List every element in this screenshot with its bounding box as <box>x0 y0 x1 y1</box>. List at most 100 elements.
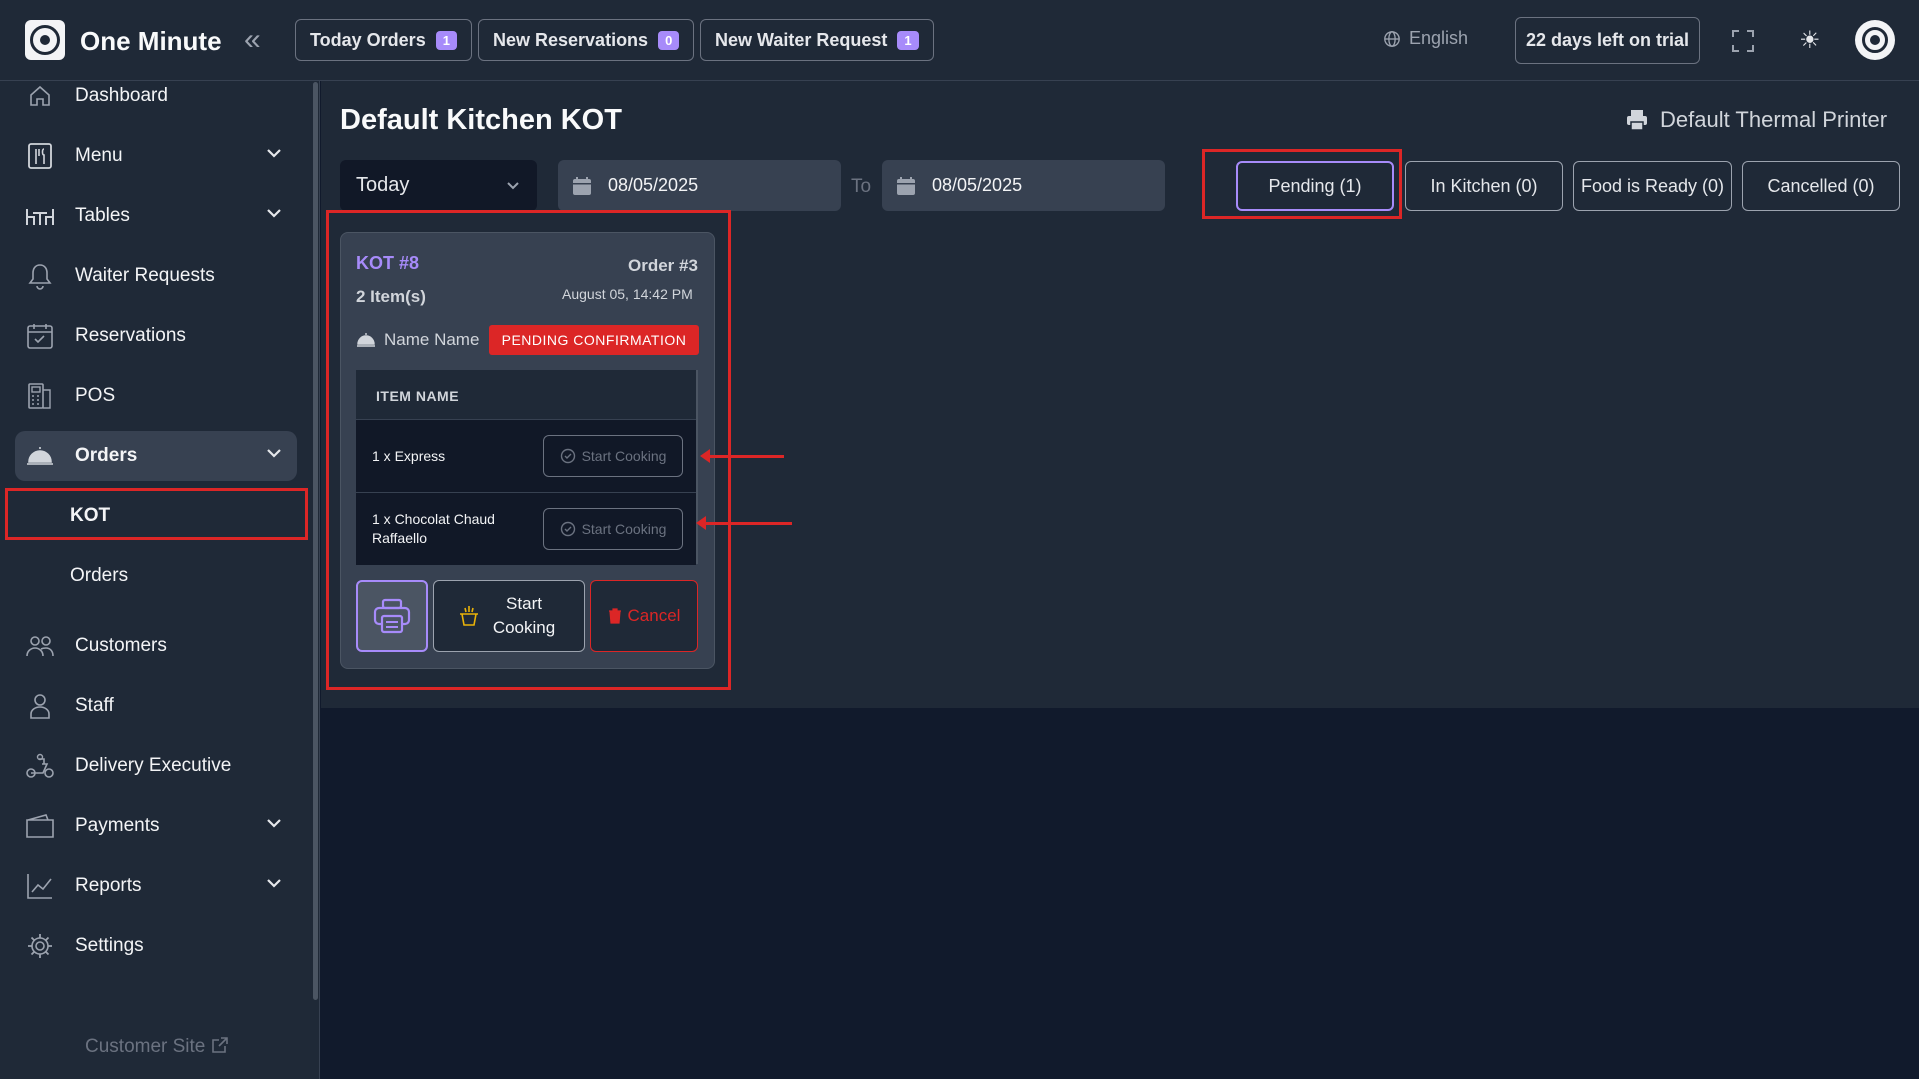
sidebar-item-label: Tables <box>75 205 130 226</box>
sidebar-item-reports[interactable]: Reports <box>15 861 297 911</box>
cancel-label: Cancel <box>627 606 681 625</box>
date-to-value: 08/05/2025 <box>932 175 1023 195</box>
page-title: Default Kitchen KOT <box>340 104 622 136</box>
menu-book-icon <box>25 141 55 171</box>
start-cooking-item-button[interactable]: Start Cooking <box>543 508 683 550</box>
check-circle-icon <box>560 521 575 537</box>
chevron-down-icon <box>267 209 281 218</box>
sidebar-item-label: POS <box>75 385 116 406</box>
app-logo[interactable] <box>25 20 65 60</box>
customer-site-link[interactable]: Customer Site <box>85 1036 229 1058</box>
sidebar-item-label: Settings <box>75 935 144 956</box>
period-select[interactable]: Today <box>340 160 537 211</box>
calendar-icon <box>897 176 915 195</box>
chevron-down-icon <box>267 449 281 458</box>
language-selector[interactable]: English <box>1383 28 1468 49</box>
sidebar-item-menu[interactable]: Menu <box>15 131 297 181</box>
sidebar-item-tables[interactable]: Tables <box>15 191 297 241</box>
calendar-icon <box>573 176 591 195</box>
start-cooking-button[interactable]: Start Cooking <box>433 580 585 652</box>
chart-icon <box>25 871 55 901</box>
wallet-icon <box>25 811 55 841</box>
kot-timestamp: August 05, 14:42 PM <box>562 286 693 302</box>
new-reservations-button[interactable]: New Reservations 0 <box>478 19 695 61</box>
app-title: One Minute <box>80 26 222 56</box>
highlight-box <box>5 488 308 540</box>
sidebar-item-dashboard[interactable]: Dashboard <box>15 71 297 121</box>
table-header-item-name: ITEM NAME <box>376 388 460 404</box>
sidebar-item-reservations[interactable]: Reservations <box>15 311 297 361</box>
annotation-arrow <box>700 449 784 463</box>
chevron-down-icon <box>507 181 519 189</box>
printer-selector[interactable]: Default Thermal Printer <box>1626 107 1887 133</box>
today-orders-button[interactable]: Today Orders 1 <box>295 19 472 61</box>
sidebar-item-settings[interactable]: Settings <box>15 921 297 971</box>
date-from-value: 08/05/2025 <box>608 175 699 195</box>
start-cooking-item-button[interactable]: Start Cooking <box>543 435 683 477</box>
cloche-icon <box>25 441 55 471</box>
sidebar-subitem-orders[interactable]: Orders <box>70 565 128 587</box>
new-reservations-label: New Reservations <box>493 29 649 50</box>
cloche-icon <box>357 333 375 347</box>
tab-food-is-ready[interactable]: Food is Ready (0) <box>1573 161 1732 211</box>
sidebar-item-delivery-executive[interactable]: Delivery Executive <box>15 741 297 791</box>
user-icon <box>25 691 55 721</box>
cancel-kot-button[interactable]: Cancel <box>590 580 698 652</box>
start-cooking-label: Start Cooking <box>581 448 667 464</box>
sidebar-item-label: Menu <box>75 145 123 166</box>
chevron-down-icon <box>267 879 281 888</box>
sidebar-item-label: Delivery Executive <box>75 755 232 776</box>
sidebar-item-label: Reports <box>75 875 142 896</box>
sidebar-item-label: Customers <box>75 635 167 656</box>
collapse-sidebar-icon[interactable]: « <box>244 25 261 55</box>
order-number: Order #3 <box>628 256 698 275</box>
tab-in-kitchen[interactable]: In Kitchen (0) <box>1405 161 1563 211</box>
user-avatar[interactable] <box>1855 20 1895 60</box>
date-range-separator: To <box>851 176 872 197</box>
print-kot-button[interactable] <box>356 580 428 652</box>
table-row: 1 x Express Start Cooking <box>356 419 696 492</box>
top-bar: One Minute « Today Orders 1 New Reservat… <box>0 0 1919 81</box>
start-cooking-label: Start Cooking <box>492 594 556 637</box>
trial-status-button[interactable]: 22 days left on trial <box>1515 17 1700 64</box>
printer-icon <box>1627 110 1647 131</box>
external-link-icon <box>211 1037 228 1053</box>
table-icon <box>25 201 55 231</box>
kot-number: KOT #8 <box>356 253 420 273</box>
sidebar-item-waiter-requests[interactable]: Waiter Requests <box>15 251 297 301</box>
sidebar-item-label: Reservations <box>75 325 186 346</box>
start-cooking-label: Start Cooking <box>581 521 667 537</box>
new-reservations-count-badge: 0 <box>658 30 680 50</box>
item-name: 1 x Express <box>372 448 446 464</box>
gear-icon <box>25 931 55 961</box>
new-waiter-request-label: New Waiter Request <box>715 29 888 50</box>
sidebar-item-staff[interactable]: Staff <box>15 681 297 731</box>
customer-name: Name Name <box>384 330 480 349</box>
sidebar-scrollbar[interactable] <box>313 82 318 1000</box>
sidebar-item-label: Orders <box>75 445 138 466</box>
sidebar-item-payments[interactable]: Payments <box>15 801 297 851</box>
today-orders-label: Today Orders <box>310 29 426 50</box>
today-orders-count-badge: 1 <box>435 30 457 50</box>
sidebar-item-orders[interactable]: Orders <box>15 431 297 481</box>
calendar-check-icon <box>25 321 55 351</box>
new-waiter-request-button[interactable]: New Waiter Request 1 <box>700 19 934 61</box>
customer-info: Name Name <box>356 330 479 350</box>
scooter-icon <box>25 751 55 781</box>
bell-icon <box>25 261 55 291</box>
status-badge: PENDING CONFIRMATION <box>489 325 699 355</box>
sidebar-item-pos[interactable]: POS <box>15 371 297 421</box>
date-from-input[interactable]: 08/05/2025 <box>558 160 841 211</box>
check-circle-icon <box>560 448 575 464</box>
items-count: 2 Item(s) <box>356 287 426 306</box>
annotation-arrow <box>696 516 792 530</box>
highlight-box <box>1202 149 1402 219</box>
customer-site-label: Customer Site <box>85 1036 206 1057</box>
date-to-input[interactable]: 08/05/2025 <box>882 160 1165 211</box>
theme-toggle-sun-icon[interactable]: ☀ <box>1799 29 1821 53</box>
sidebar-item-customers[interactable]: Customers <box>15 621 297 671</box>
sidebar-item-label: Dashboard <box>75 85 168 106</box>
tab-cancelled[interactable]: Cancelled (0) <box>1742 161 1900 211</box>
fullscreen-icon[interactable] <box>1732 30 1754 52</box>
chevron-down-icon <box>267 819 281 828</box>
